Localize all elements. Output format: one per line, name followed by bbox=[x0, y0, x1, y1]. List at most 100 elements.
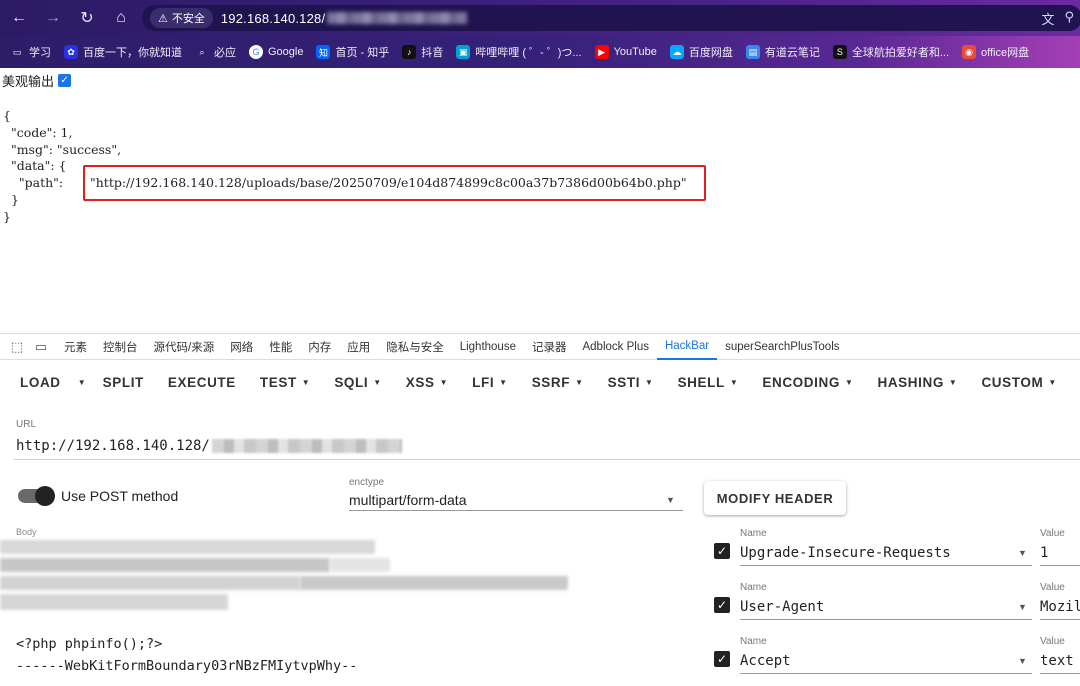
folder-icon: ▭ bbox=[12, 46, 22, 57]
post-method-label: Use POST method bbox=[61, 488, 179, 504]
bookmark-label: 抖音 bbox=[421, 47, 444, 59]
bookmark-item[interactable]: ▶ YouTube bbox=[594, 45, 657, 59]
header-name-label: Name bbox=[740, 528, 767, 539]
devtools-tab[interactable]: Adblock Plus bbox=[574, 334, 656, 360]
youdao-icon: ▤ bbox=[745, 45, 760, 59]
load-button[interactable]: LOAD bbox=[8, 362, 73, 402]
bookmark-label: office网盘 bbox=[981, 47, 1030, 59]
split-button[interactable]: SPLIT bbox=[91, 362, 156, 402]
devtools-tab[interactable]: 应用 bbox=[339, 334, 378, 360]
translate-icon[interactable]: 文 bbox=[1041, 9, 1054, 28]
url-input[interactable]: http://192.168.140.128/ bbox=[16, 438, 402, 454]
devtools-tabbar: ⬚ ▭ 元素 控制台 源代码/来源 网络 性能 内存 应用 隐私与安全 Lighthouse 记录… bbox=[0, 333, 1080, 360]
chevron-down-icon[interactable]: ▼ bbox=[1018, 656, 1027, 666]
xss-menu[interactable]: XSS ▼ bbox=[394, 362, 460, 402]
chevron-down-icon: ▼ bbox=[499, 377, 508, 387]
reload-icon[interactable]: ↻ bbox=[72, 3, 102, 33]
split-label: SPLIT bbox=[102, 374, 144, 390]
security-badge[interactable]: ⚠ 不安全 bbox=[150, 8, 213, 28]
pretty-print-toggle[interactable]: 美观输出 ✓ bbox=[2, 71, 72, 90]
browser-toolbar: ← → ↻ ⌂ ⚠ 不安全 192.168.140.128/ 文 ⚲ bbox=[0, 0, 1080, 36]
header-value-label: Value bbox=[1040, 636, 1065, 647]
chevron-down-icon: ▼ bbox=[301, 377, 311, 387]
devtools-tab[interactable]: HackBar bbox=[656, 334, 718, 360]
shell-menu[interactable]: SHELL ▼ bbox=[666, 362, 751, 402]
header-value-underline bbox=[1040, 619, 1080, 620]
load-dropdown-icon[interactable]: ▼ bbox=[73, 378, 91, 387]
ssti-menu[interactable]: SSTI ▼ bbox=[596, 362, 666, 402]
ssti-label: SSTI bbox=[607, 374, 641, 390]
chevron-down-icon[interactable]: ▼ bbox=[1018, 548, 1027, 558]
bookmark-label: 学习 bbox=[29, 47, 51, 59]
bookmark-item[interactable]: ♪ 抖音 bbox=[402, 44, 443, 60]
enctype-label: enctype bbox=[349, 477, 385, 488]
zoom-icon[interactable]: ⚲ bbox=[1064, 9, 1074, 28]
bookmark-item[interactable]: 知首页 - 知乎 bbox=[316, 44, 389, 60]
hashing-menu[interactable]: HASHING ▼ bbox=[865, 362, 969, 402]
header-name-underline bbox=[740, 565, 1032, 566]
header-value-input[interactable]: text bbox=[1040, 653, 1074, 669]
execute-button[interactable]: EXECUTE bbox=[156, 362, 248, 402]
device-toolbar-icon[interactable]: ▭ bbox=[32, 338, 50, 356]
lfi-menu[interactable]: LFI ▼ bbox=[460, 362, 520, 402]
warning-icon: ⚠ bbox=[158, 12, 168, 25]
address-bar[interactable]: ⚠ 不安全 192.168.140.128/ 文 ⚲ bbox=[142, 5, 1080, 31]
chevron-down-icon: ▼ bbox=[948, 377, 958, 387]
bookmark-label: 哔哩哔哩 ( ゜- ゜)つ... bbox=[475, 47, 582, 59]
chevron-down-icon[interactable]: ▼ bbox=[666, 495, 675, 505]
back-arrow-icon[interactable]: ← bbox=[4, 3, 34, 33]
bookmark-item[interactable]: ▣ 哔哩哔哩 ( ゜- ゜)つ... bbox=[456, 44, 582, 60]
devtools-tab[interactable]: 记录器 bbox=[524, 334, 575, 360]
devtools-tab[interactable]: 内存 bbox=[300, 334, 339, 360]
chevron-down-icon: ▼ bbox=[373, 377, 382, 387]
encoding-menu[interactable]: ENCODING ▼ bbox=[750, 362, 865, 402]
checkbox-checked-icon[interactable]: ✓ bbox=[714, 543, 730, 559]
checkbox-checked-icon[interactable]: ✓ bbox=[714, 597, 730, 613]
header-value-input[interactable]: Mozil bbox=[1040, 599, 1080, 615]
header-name-select[interactable]: Accept bbox=[740, 653, 791, 669]
ssrf-label: SSRF bbox=[531, 374, 571, 390]
skypixel-icon: S bbox=[832, 45, 847, 59]
json-tail: } } bbox=[3, 191, 19, 224]
home-icon[interactable]: ⌂ bbox=[106, 3, 136, 33]
post-method-toggle[interactable] bbox=[18, 486, 55, 506]
bookmark-item[interactable]: ▭ 学习 bbox=[10, 44, 51, 60]
header-name-select[interactable]: User-Agent bbox=[740, 599, 824, 615]
test-menu[interactable]: TEST ▼ bbox=[248, 362, 322, 402]
bookmark-item[interactable]: ◉ office网盘 bbox=[962, 44, 1029, 60]
ssrf-menu[interactable]: SSRF ▼ bbox=[520, 362, 596, 402]
devtools-tab[interactable]: 网络 bbox=[222, 334, 261, 360]
header-value-input[interactable]: 1 bbox=[1040, 545, 1048, 561]
devtools-tab[interactable]: 元素 bbox=[56, 334, 95, 360]
devtools-tab[interactable]: 控制台 bbox=[95, 334, 146, 360]
inspect-element-icon[interactable]: ⬚ bbox=[8, 338, 26, 356]
header-name-select[interactable]: Upgrade-Insecure-Requests bbox=[740, 545, 951, 561]
chevron-down-icon: ▼ bbox=[1048, 377, 1057, 387]
devtools-tab[interactable]: 隐私与安全 bbox=[378, 334, 452, 360]
sqli-menu[interactable]: SQLI ▼ bbox=[322, 362, 393, 402]
devtools-tab[interactable]: Lighthouse bbox=[452, 334, 524, 360]
chevron-down-icon[interactable]: ▼ bbox=[1018, 602, 1027, 612]
url-input-value: http://192.168.140.128/ bbox=[16, 438, 210, 454]
bookmark-label: 全球航拍爱好者和... bbox=[851, 47, 949, 59]
checkbox-checked-icon[interactable]: ✓ bbox=[714, 651, 730, 667]
modify-header-button[interactable]: MODIFY HEADER bbox=[704, 481, 846, 515]
devtools-tab[interactable]: 源代码/来源 bbox=[146, 334, 223, 360]
bookmark-item[interactable]: ✿ 百度一下，你就知道 bbox=[64, 44, 182, 60]
enctype-select[interactable]: multipart/form-data bbox=[349, 492, 466, 508]
devtools-tab[interactable]: superSearchPlusTools bbox=[717, 334, 847, 360]
devtools-tab[interactable]: 性能 bbox=[261, 334, 300, 360]
baidupan-icon: ☁ bbox=[669, 45, 684, 59]
forward-arrow-icon[interactable]: → bbox=[38, 3, 68, 33]
bookmark-item[interactable]: ⌕ 必应 bbox=[195, 44, 236, 60]
custom-menu[interactable]: CUSTOM ▼ bbox=[969, 362, 1068, 402]
bookmark-item[interactable]: ▤ 有道云笔记 bbox=[745, 44, 820, 60]
body-textarea[interactable]: <?php phpinfo();?> ------WebKitFormBound… bbox=[16, 633, 357, 677]
bookmark-item[interactable]: ☁ 百度网盘 bbox=[669, 44, 733, 60]
bookmark-item[interactable]: S 全球航拍爱好者和... bbox=[832, 44, 949, 60]
bilibili-icon: ▣ bbox=[456, 45, 471, 59]
bookmark-label: YouTube bbox=[613, 46, 657, 58]
bookmark-item[interactable]: G Google bbox=[249, 45, 303, 59]
checkbox-checked-icon[interactable]: ✓ bbox=[58, 74, 72, 87]
shell-label: SHELL bbox=[677, 374, 725, 390]
